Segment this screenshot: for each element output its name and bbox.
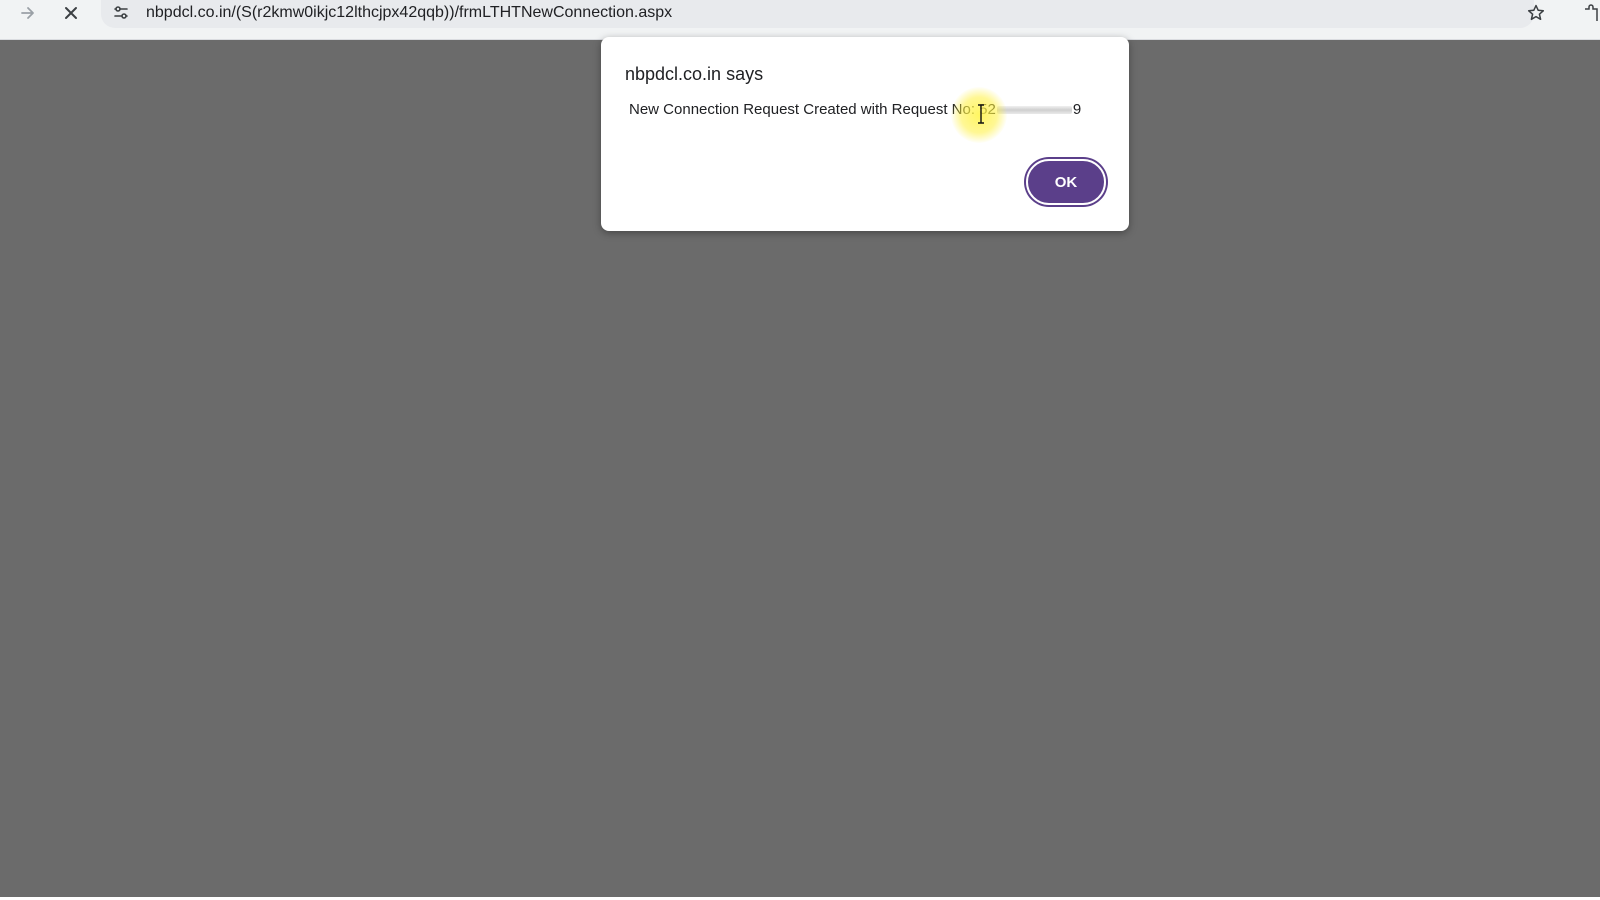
forward-arrow-icon[interactable] — [14, 0, 42, 26]
close-icon — [65, 7, 77, 19]
browser-toolbar: nbpdcl.co.in/(S(r2kmw0ikjc12lthcjpx42qqb… — [0, 0, 1600, 40]
message-text: New Connection Request Created with Requ… — [629, 101, 996, 118]
dialog-title: nbpdcl.co.in says — [625, 64, 764, 84]
site-info-button[interactable] — [107, 0, 135, 26]
message-suffix: 9 — [1072, 101, 1082, 118]
dialog-message: New Connection Request Created with Requ… — [629, 101, 1081, 118]
redacted-request-number — [996, 106, 1072, 115]
url-text[interactable]: nbpdcl.co.in/(S(r2kmw0ikjc12lthcjpx42qqb… — [146, 4, 672, 22]
tune-icon — [114, 6, 128, 19]
alert-dialog: nbpdcl.co.in says New Connection Request… — [601, 37, 1129, 231]
bookmark-button[interactable] — [1522, 0, 1550, 26]
ok-button[interactable]: OK — [1026, 159, 1106, 205]
extensions-button[interactable] — [1582, 0, 1600, 26]
star-icon — [1527, 4, 1545, 21]
puzzle-icon — [1585, 4, 1598, 21]
stop-loading-button[interactable] — [57, 0, 85, 26]
